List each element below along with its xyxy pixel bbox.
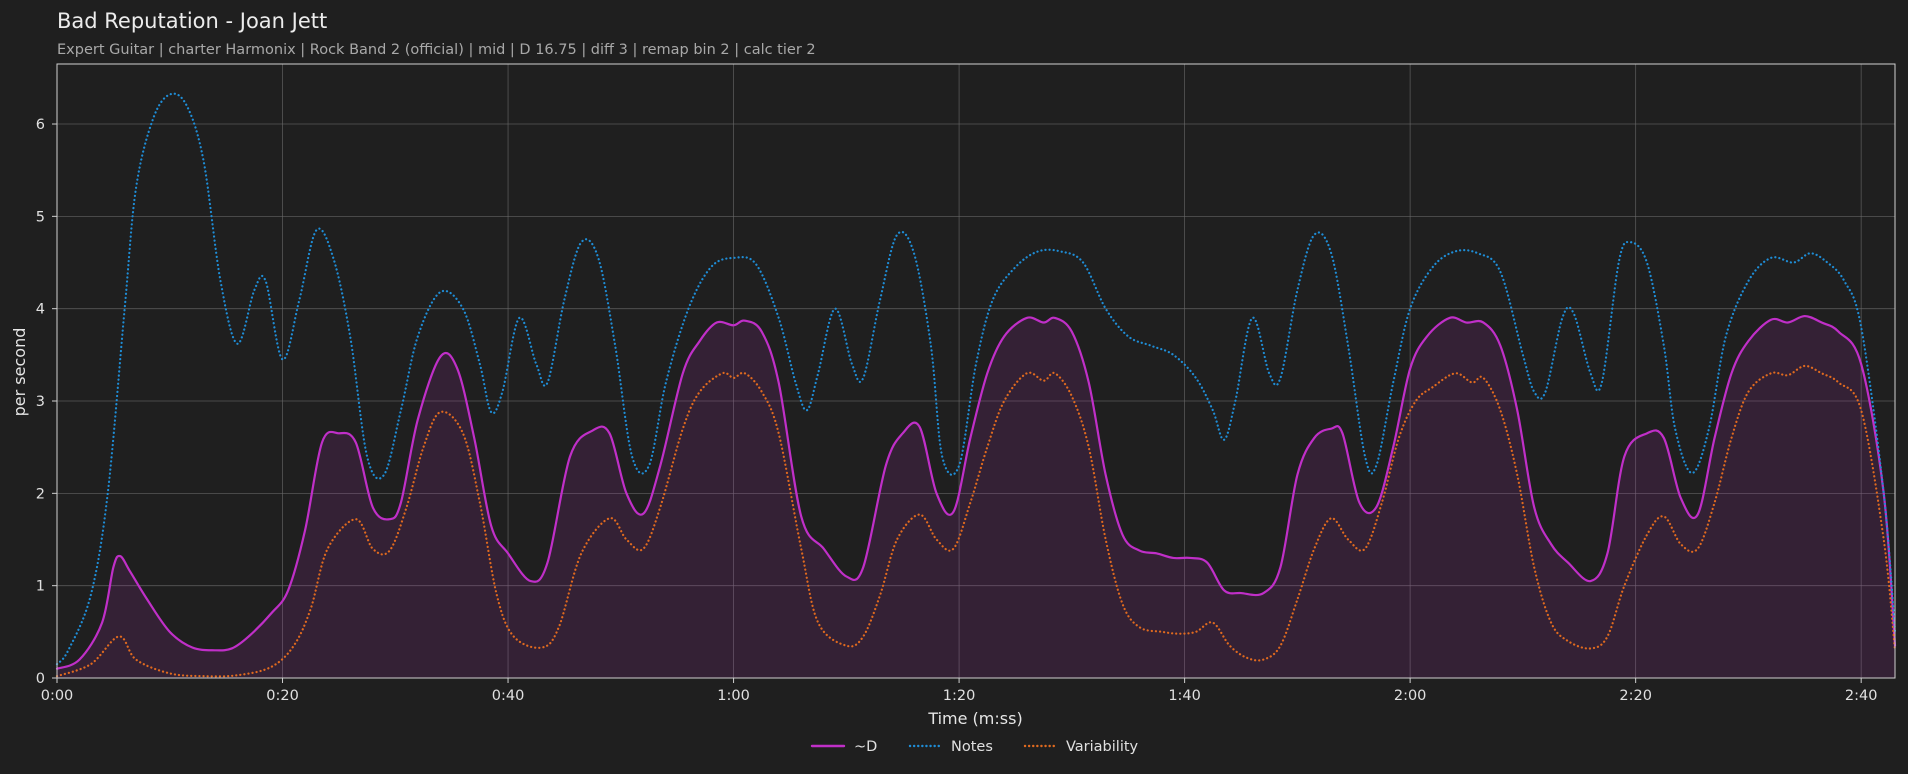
y-tick-label: 0: [36, 671, 45, 687]
legend-label-2: Variability: [1066, 739, 1139, 755]
x-tick-label: 0:40: [492, 688, 525, 704]
x-axis-label: Time (m:ss): [927, 709, 1022, 728]
legend: ~D Notes Variability: [810, 739, 1139, 755]
x-tick-label: 0:20: [266, 688, 299, 704]
x-tick-label: 1:20: [943, 688, 976, 704]
y-tick-label: 6: [36, 117, 45, 133]
y-tick-label: 1: [36, 579, 45, 595]
x-tick-label: 1:00: [717, 688, 750, 704]
chart-root: Bad Reputation - Joan Jett Expert Guitar…: [0, 0, 1908, 774]
chart-subtitle: Expert Guitar | charter Harmonix | Rock …: [57, 42, 816, 58]
x-tick-label: 1:40: [1168, 688, 1201, 704]
y-tick-label: 5: [36, 209, 45, 225]
y-tick-label: 2: [36, 486, 45, 502]
chart-title: Bad Reputation - Joan Jett: [57, 9, 327, 33]
y-axis-label: per second: [10, 328, 29, 417]
x-tick-label: 2:00: [1394, 688, 1427, 704]
x-tick-label: 2:20: [1619, 688, 1652, 704]
x-tick-label: 0:00: [41, 688, 74, 704]
y-tick-label: 4: [36, 302, 45, 318]
y-tick-label: 3: [36, 394, 45, 410]
fill-layer: [57, 316, 1895, 678]
legend-label-1: Notes: [951, 739, 993, 755]
legend-label-0: ~D: [854, 739, 877, 755]
series-area-0: [57, 316, 1895, 678]
chart-svg: Bad Reputation - Joan Jett Expert Guitar…: [10, 9, 1897, 755]
x-tick-label: 2:40: [1845, 688, 1878, 704]
